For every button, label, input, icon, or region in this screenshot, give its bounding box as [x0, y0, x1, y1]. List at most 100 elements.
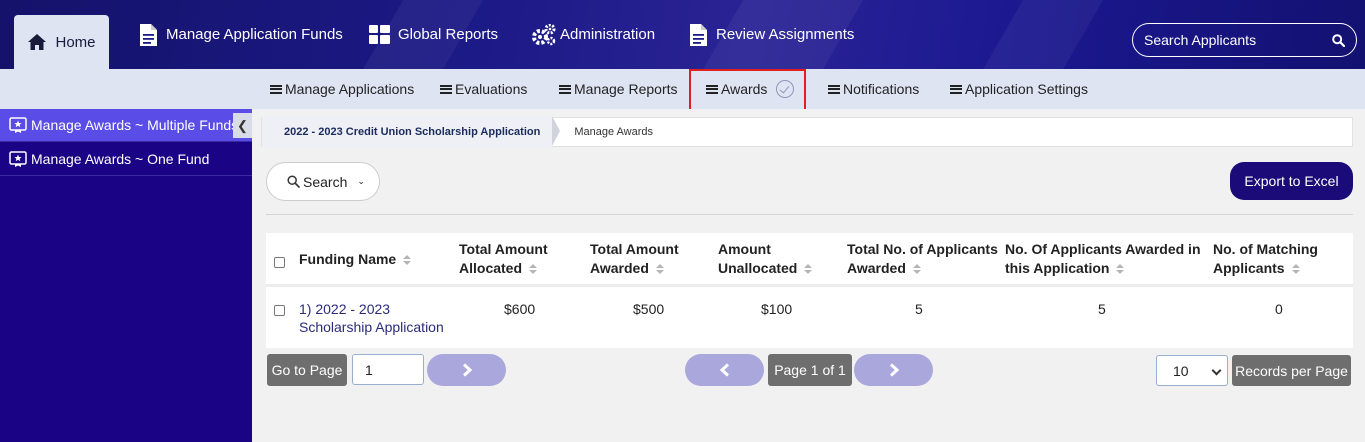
column-header-total-allocated[interactable]: Total Amount Allocated [459, 240, 548, 278]
search-applicants-placeholder: Search Applicants [1144, 32, 1257, 48]
chevron-right-icon [462, 363, 472, 377]
search-filter-label: Search [303, 173, 348, 190]
nav-label: Manage Application Funds [166, 26, 343, 43]
column-header-unallocated[interactable]: Amount Unallocated [718, 240, 813, 278]
subnav-label: Application Settings [965, 81, 1088, 97]
search-filter-button[interactable]: Search ⌄ [266, 162, 380, 201]
header-label: Allocated [459, 260, 523, 276]
cell-matching-applicants: 0 [1275, 301, 1283, 317]
divider [266, 214, 1353, 215]
funding-name-link[interactable]: 1) 2022 - 2023 Scholarship Application [299, 300, 444, 336]
sidebar-item-multiple-funds[interactable]: Manage Awards ~ Multiple Funds ❮ [0, 109, 252, 142]
nav-global-reports[interactable]: Global Reports [369, 0, 498, 69]
nav-manage-application-funds[interactable]: Manage Application Funds [139, 0, 343, 69]
column-header-total-awarded[interactable]: Total Amount Awarded [590, 240, 679, 278]
header-label: Total No. of Applicants [847, 241, 998, 257]
search-icon [287, 175, 300, 188]
cell-applicants-awarded: 5 [915, 301, 923, 317]
records-per-page-label: Records per Page [1232, 355, 1351, 386]
records-per-page-select[interactable]: 10 [1156, 355, 1228, 386]
top-navigation-bar: Home Manage Application Funds Global Rep… [0, 0, 1365, 69]
previous-page-button[interactable] [685, 354, 764, 386]
main-content: 2022 - 2023 Credit Union Scholarship App… [252, 109, 1365, 442]
sidebar-item-one-fund[interactable]: Manage Awards ~ One Fund [0, 142, 252, 176]
header-label: Total Amount [459, 241, 548, 257]
menu-icon [440, 84, 452, 94]
cell-total-allocated: $600 [504, 301, 536, 317]
sort-icon[interactable] [912, 264, 921, 275]
sort-icon[interactable] [529, 264, 538, 275]
document-icon [140, 23, 157, 46]
column-header-matching-applicants[interactable]: No. of Matching Applicants [1213, 240, 1318, 278]
chevron-left-icon: ❮ [237, 117, 248, 133]
award-certificate-icon [9, 150, 27, 167]
records-per-page-value: 10 [1173, 362, 1189, 379]
chevron-right-icon [889, 363, 899, 377]
subnav-label: Manage Reports [574, 81, 678, 97]
grid-icon [369, 25, 390, 44]
page-info-label: Page 1 of 1 [768, 354, 852, 386]
sort-icon[interactable] [403, 255, 412, 266]
home-icon [28, 34, 47, 50]
menu-icon [559, 84, 571, 94]
nav-review-assignments[interactable]: Review Assignments [689, 0, 854, 69]
subnav-evaluations[interactable]: Evaluations [440, 69, 527, 109]
header-label: Awarded [590, 260, 649, 276]
select-all-checkbox[interactable] [274, 257, 285, 268]
search-icon[interactable] [1332, 33, 1345, 47]
funding-name-line: 1) 2022 - 2023 [299, 301, 391, 317]
sidebar-item-label: Manage Awards ~ One Fund [31, 150, 210, 167]
menu-icon [828, 84, 840, 94]
sort-icon[interactable] [655, 264, 664, 275]
column-header-applicants-awarded[interactable]: Total No. of Applicants Awarded [847, 240, 998, 278]
header-label: this Application [1005, 260, 1110, 276]
pagination-bar: Go to Page 1 Page 1 of 1 10 Records per … [266, 353, 1353, 389]
search-applicants-input[interactable]: Search Applicants [1132, 23, 1357, 57]
header-label: No. of Matching [1213, 241, 1318, 257]
sort-icon[interactable] [1291, 264, 1300, 275]
nav-label: Review Assignments [716, 26, 855, 43]
nav-administration[interactable]: Administration [532, 0, 655, 69]
subnav-manage-reports[interactable]: Manage Reports [559, 69, 678, 109]
subnav-application-settings[interactable]: Application Settings [950, 69, 1088, 109]
next-page-button[interactable] [854, 354, 933, 386]
awards-table: Funding Name Total Amount Allocated Tota… [266, 233, 1353, 348]
go-page-arrow-button[interactable] [427, 354, 506, 386]
subnav-notifications[interactable]: Notifications [828, 69, 919, 109]
sidebar-item-label: Manage Awards ~ Multiple Funds [31, 117, 239, 133]
page-number-input[interactable]: 1 [352, 354, 424, 385]
sort-icon[interactable] [1116, 264, 1125, 275]
funding-name-line: Scholarship Application [299, 319, 444, 335]
table-header: Funding Name Total Amount Allocated Tota… [266, 233, 1353, 287]
header-label: Applicants [1213, 260, 1285, 276]
subnav-manage-applications[interactable]: Manage Applications [270, 69, 414, 109]
document-icon [690, 23, 707, 46]
export-to-excel-button[interactable]: Export to Excel [1230, 162, 1353, 200]
column-header-awarded-in-application[interactable]: No. Of Applicants Awarded in this Applic… [1005, 240, 1201, 278]
sidebar: Manage Awards ~ Multiple Funds ❮ Manage … [0, 109, 252, 442]
chevron-down-icon: ⌄ [357, 176, 365, 186]
collapse-sidebar-button[interactable]: ❮ [233, 113, 252, 138]
row-checkbox[interactable] [274, 305, 285, 316]
subnav-label: Evaluations [455, 81, 528, 97]
cell-unallocated: $100 [761, 301, 793, 317]
subnav-label: Manage Applications [285, 81, 415, 97]
menu-icon [270, 84, 282, 94]
breadcrumb-parent-link[interactable]: 2022 - 2023 Credit Union Scholarship App… [262, 116, 561, 147]
nav-home-label: Home [55, 33, 96, 51]
go-to-page-button[interactable]: Go to Page [267, 354, 347, 386]
nav-home[interactable]: Home [14, 15, 109, 69]
menu-icon [950, 84, 962, 94]
column-header-funding-name[interactable]: Funding Name [299, 250, 412, 269]
cell-total-awarded: $500 [633, 301, 665, 317]
header-label: Amount [718, 241, 771, 257]
gears-icon [532, 23, 556, 45]
header-label: Funding Name [299, 251, 397, 267]
chevron-left-icon [719, 363, 729, 377]
nav-label: Administration [560, 26, 656, 43]
awards-highlight-box [689, 69, 806, 111]
header-label: Unallocated [718, 260, 798, 276]
sort-icon[interactable] [804, 264, 813, 275]
background-streak [965, 0, 1115, 69]
cell-awarded-in-application: 5 [1098, 301, 1106, 317]
